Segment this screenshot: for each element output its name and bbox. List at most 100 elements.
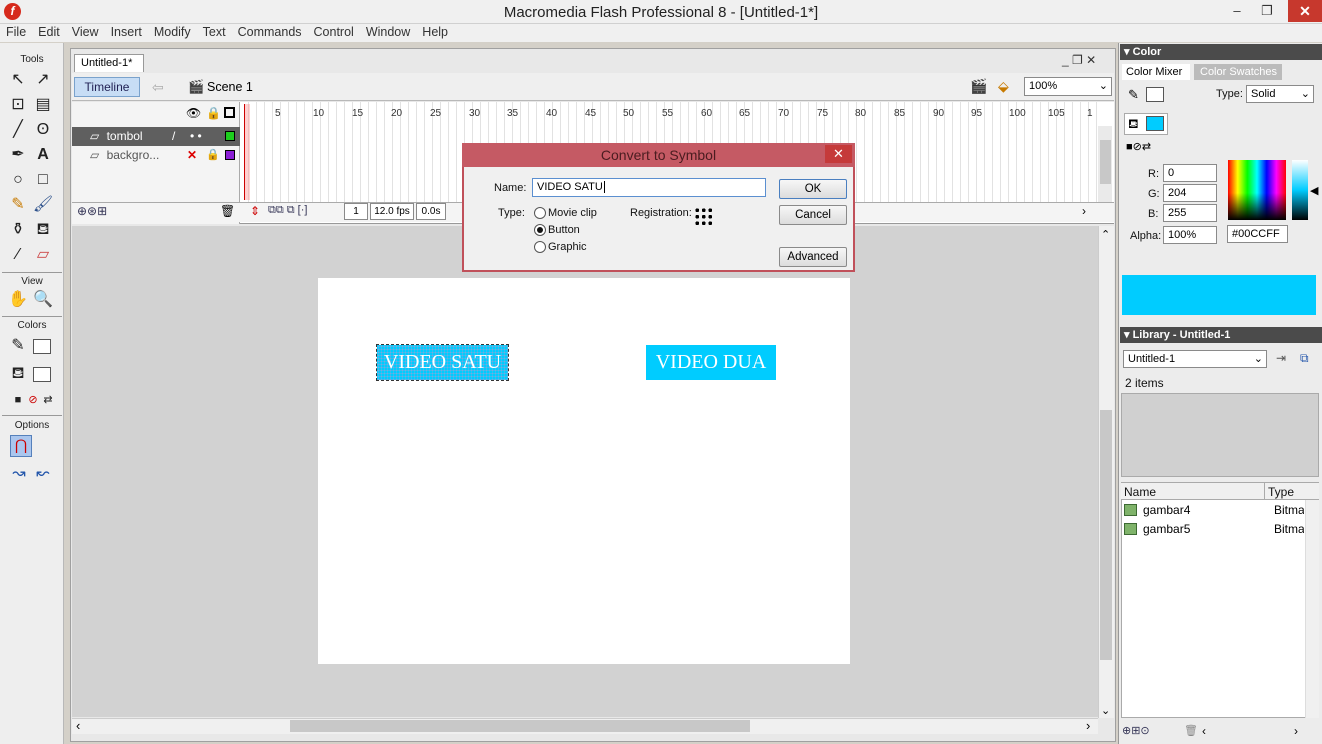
hex-input[interactable]: #00CCFF <box>1227 225 1288 243</box>
hscroll-thumb[interactable] <box>290 720 750 732</box>
alpha-input[interactable]: 100% <box>1163 226 1217 244</box>
menu-modify[interactable]: Modify <box>148 24 197 41</box>
gradient-transform-icon[interactable]: ▤ <box>32 94 54 116</box>
paint-bucket-icon[interactable]: ⛾ <box>32 219 54 241</box>
text-tool-icon[interactable]: A <box>32 144 54 166</box>
registration-grid-icon[interactable] <box>694 207 714 227</box>
scroll-left-icon[interactable]: ‹ <box>1202 724 1206 738</box>
scroll-down-icon[interactable]: ⌄ <box>1101 704 1110 717</box>
library-panel-header[interactable]: ▾ Library - Untitled-1 <box>1120 327 1322 343</box>
zoom-tool-icon[interactable]: 🔍 <box>32 289 54 311</box>
eyedropper-icon[interactable]: ⁄ <box>7 244 29 266</box>
frame-rate[interactable]: 12.0 fps <box>370 203 414 220</box>
mixer-default-icons[interactable]: ■⊘⇄ <box>1126 140 1151 153</box>
menu-commands[interactable]: Commands <box>232 24 308 41</box>
blue-input[interactable]: 255 <box>1163 204 1217 222</box>
video-dua-button-graphic[interactable]: VIDEO DUA <box>646 345 776 380</box>
brush-tool-icon[interactable]: 🖌 <box>32 194 54 216</box>
doc-window-controls[interactable]: _ ❐ ✕ <box>1062 53 1096 67</box>
edit-scene-icon[interactable]: 🎬 <box>970 78 987 95</box>
oval-tool-icon[interactable]: ○ <box>7 169 29 191</box>
outline-icon[interactable] <box>224 107 235 118</box>
fill-color-icon[interactable]: ⛾ <box>7 363 29 385</box>
tab-color-mixer[interactable]: Color Mixer <box>1122 64 1190 80</box>
fill-type-select[interactable]: Solid ⌄ <box>1246 85 1314 103</box>
line-tool-icon[interactable]: ╱ <box>7 119 29 141</box>
eraser-tool-icon[interactable]: ▱ <box>32 244 54 266</box>
ok-button[interactable]: OK <box>779 179 847 199</box>
menu-control[interactable]: Control <box>308 24 360 41</box>
stroke-color-icon[interactable]: ✎ <box>7 335 29 357</box>
mixer-fill-swatch[interactable] <box>1146 116 1164 131</box>
stroke-swatch[interactable] <box>33 339 51 354</box>
menu-view[interactable]: View <box>66 24 105 41</box>
column-type[interactable]: Type <box>1268 485 1294 499</box>
close-button[interactable]: ✕ <box>1288 0 1322 22</box>
edit-symbols-icon[interactable]: ⬙ <box>998 78 1009 95</box>
library-vscroll[interactable] <box>1305 500 1319 718</box>
menu-help[interactable]: Help <box>416 24 454 41</box>
library-item[interactable]: gambar4 Bitmap <box>1124 501 1314 519</box>
advanced-button[interactable]: Advanced <box>779 247 847 267</box>
ink-bottle-icon[interactable]: ⚱ <box>7 219 29 241</box>
lock-icon[interactable]: 🔒 <box>206 146 220 164</box>
graphic-radio[interactable] <box>534 241 546 253</box>
lock-icon[interactable]: 🔒 <box>206 106 221 120</box>
symbol-name-input[interactable]: VIDEO SATU <box>532 178 766 197</box>
library-trash-icon[interactable]: 🗑 <box>1184 724 1198 737</box>
minimize-button[interactable]: – <box>1222 0 1252 22</box>
layer-row-tombol[interactable]: ▱ tombol / • • <box>72 127 240 146</box>
red-input[interactable]: 0 <box>1163 164 1217 182</box>
vscroll-thumb[interactable] <box>1100 410 1112 660</box>
color-panel-header[interactable]: ▾ Color <box>1120 44 1322 60</box>
timeline-toggle-button[interactable]: Timeline <box>74 77 140 97</box>
library-doc-select[interactable]: Untitled-1 ⌄ <box>1123 350 1267 368</box>
new-library-icon[interactable]: ⧉ <box>1300 351 1309 366</box>
tab-color-swatches[interactable]: Color Swatches <box>1194 64 1282 80</box>
layer-color-box[interactable] <box>225 150 235 160</box>
dialog-close-button[interactable]: ✕ <box>825 145 852 163</box>
menu-file[interactable]: File <box>0 24 32 41</box>
menu-insert[interactable]: Insert <box>105 24 148 41</box>
layer-row-background[interactable]: ▱ backgro... ✕ 🔒 <box>72 146 240 165</box>
button-radio[interactable] <box>534 224 546 236</box>
layer-color-box[interactable] <box>225 131 235 141</box>
scene-label[interactable]: Scene 1 <box>207 80 253 94</box>
center-frame-icon[interactable]: ⇕ <box>250 204 260 218</box>
onion-skin-icons[interactable]: ⧉⧉ ⧉ [·] <box>268 204 307 217</box>
menu-window[interactable]: Window <box>360 24 416 41</box>
hidden-x-icon[interactable]: ✕ <box>187 146 197 164</box>
scroll-up-icon[interactable]: ⌃ <box>1101 228 1110 241</box>
library-item[interactable]: gambar5 Bitmap <box>1124 520 1314 538</box>
mixer-stroke-swatch[interactable] <box>1146 87 1164 102</box>
zoom-select[interactable]: 100% ⌄ <box>1024 77 1112 96</box>
scroll-left-icon[interactable]: ‹ <box>76 718 80 733</box>
swap-colors-icon[interactable]: ⇄ <box>37 389 59 411</box>
video-satu-button-graphic[interactable]: VIDEO SATU <box>376 344 509 381</box>
fill-swatch[interactable] <box>33 367 51 382</box>
stroke-pencil-icon[interactable]: ✎ <box>1128 87 1139 103</box>
color-spectrum[interactable] <box>1228 160 1286 220</box>
menu-text[interactable]: Text <box>197 24 232 41</box>
snap-magnet-icon[interactable]: ⋂ <box>10 435 32 457</box>
green-input[interactable]: 204 <box>1163 184 1217 202</box>
scroll-right-icon[interactable]: › <box>1082 204 1086 218</box>
stage[interactable] <box>318 278 850 664</box>
cancel-button[interactable]: Cancel <box>779 205 847 225</box>
selection-tool-icon[interactable]: ↖ <box>7 69 29 91</box>
smooth-icon[interactable]: ↝ <box>8 463 30 485</box>
straighten-icon[interactable]: ↜ <box>32 463 54 485</box>
pin-library-icon[interactable]: ⇥ <box>1276 351 1286 365</box>
menu-edit[interactable]: Edit <box>32 24 66 41</box>
brightness-slider[interactable] <box>1292 160 1308 220</box>
subselection-tool-icon[interactable]: ↗ <box>32 69 54 91</box>
pen-tool-icon[interactable]: ✒ <box>7 144 29 166</box>
pencil-tool-icon[interactable]: ✎ <box>7 194 29 216</box>
column-name[interactable]: Name <box>1124 485 1156 499</box>
insert-layer-icons[interactable]: ⊕⊛⊞ <box>77 204 107 218</box>
slider-pointer-icon[interactable]: ◀ <box>1310 184 1318 197</box>
fill-bucket-icon[interactable]: ⛾ <box>1128 116 1139 134</box>
scroll-right-icon[interactable]: › <box>1294 724 1298 738</box>
scroll-right-icon[interactable]: › <box>1086 718 1090 733</box>
timeline-vscroll-thumb[interactable] <box>1100 140 1111 184</box>
